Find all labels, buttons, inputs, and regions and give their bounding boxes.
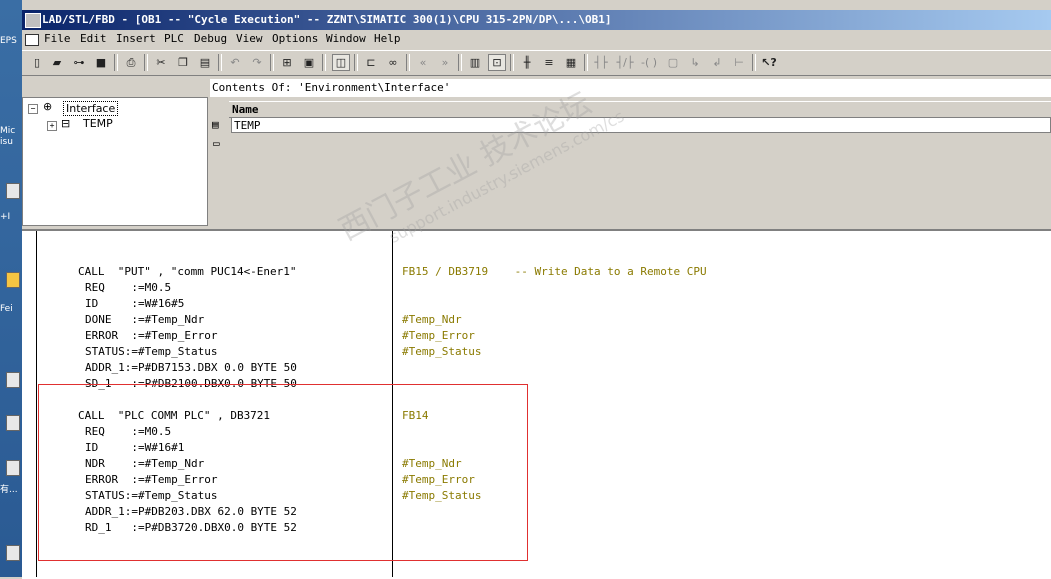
temp-row-icon: ▤ bbox=[212, 118, 219, 131]
menu-options[interactable]: Options bbox=[272, 32, 318, 45]
code-comment: FB15 / DB3719 -- Write Data to a Remote … bbox=[402, 265, 707, 278]
code-line-param[interactable]: ID :=W#16#5 bbox=[85, 297, 184, 311]
tree-item-temp[interactable]: TEMP bbox=[83, 117, 113, 130]
expand-icon[interactable]: + bbox=[47, 121, 57, 131]
jump-icon[interactable]: ⊢ bbox=[730, 54, 748, 71]
code-comment: #Temp_Error bbox=[402, 329, 475, 342]
app-icon bbox=[25, 13, 41, 28]
code-line-param[interactable]: DONE :=#Temp_Ndr bbox=[85, 313, 204, 327]
interface-folder-icon: ⊕ bbox=[43, 100, 53, 113]
ladder-icon[interactable]: ╫ bbox=[518, 54, 536, 71]
menu-help[interactable]: Help bbox=[374, 32, 401, 45]
undo-icon[interactable]: ↶ bbox=[226, 54, 244, 71]
copy-icon[interactable]: ❐ bbox=[174, 54, 192, 71]
branch-open-icon[interactable]: ↳ bbox=[686, 54, 704, 71]
download-icon[interactable]: ▣ bbox=[300, 54, 318, 71]
code-line-param[interactable]: ERROR :=#Temp_Error bbox=[85, 329, 217, 343]
contact-no-icon[interactable]: ┤├ bbox=[592, 54, 610, 71]
code-comment: #Temp_Ndr bbox=[402, 313, 462, 326]
menu-view[interactable]: View bbox=[236, 32, 263, 45]
desktop-label: EPS bbox=[0, 36, 17, 46]
fbd-icon[interactable]: ▦ bbox=[562, 54, 580, 71]
monitor-icon[interactable]: ⊞ bbox=[278, 54, 296, 71]
overview-icon[interactable]: ◫ bbox=[332, 54, 350, 71]
code-comment: #Temp_Status bbox=[402, 345, 482, 358]
menu-file[interactable]: File bbox=[44, 32, 71, 45]
code-line-param[interactable]: STATUS:=#Temp_Status bbox=[85, 345, 217, 359]
open-icon[interactable]: ▰ bbox=[48, 54, 66, 71]
menu-insert[interactable]: Insert bbox=[116, 32, 156, 45]
desktop-icon[interactable] bbox=[6, 372, 20, 388]
menu-debug[interactable]: Debug bbox=[194, 32, 227, 45]
redo-icon[interactable]: ↷ bbox=[248, 54, 266, 71]
desktop-strip: EPS Mic isu +I Fei 有... bbox=[0, 0, 22, 577]
cut-icon[interactable]: ✂ bbox=[152, 54, 170, 71]
stl-icon[interactable]: ≡ bbox=[540, 54, 558, 71]
menu-edit[interactable]: Edit bbox=[80, 32, 107, 45]
menu-window[interactable]: Window bbox=[326, 32, 366, 45]
menu-plc[interactable]: PLC bbox=[164, 32, 184, 45]
new-row-icon[interactable]: ▭ bbox=[213, 137, 220, 150]
desktop-label: 有... bbox=[0, 485, 18, 495]
glasses-icon[interactable]: ∞ bbox=[384, 54, 402, 71]
branch-close-icon[interactable]: ↲ bbox=[708, 54, 726, 71]
paste-icon[interactable]: ▤ bbox=[196, 54, 214, 71]
temp-variable-icon: ⊟ bbox=[61, 117, 71, 130]
print-icon[interactable]: ⎙ bbox=[122, 54, 140, 71]
contact-nc-icon[interactable]: ┤/├ bbox=[616, 54, 634, 71]
code-left-margin bbox=[36, 231, 37, 577]
code-line-call[interactable]: CALL "PUT" , "comm PUC14<-Ener1" bbox=[78, 265, 297, 279]
save-icon[interactable]: ■ bbox=[92, 54, 110, 71]
network-icon[interactable]: ⊶ bbox=[70, 54, 88, 71]
column-name-label: Name bbox=[232, 103, 259, 116]
title-bar[interactable]: LAD/STL/FBD - [OB1 -- "Cycle Execution" … bbox=[22, 10, 1051, 30]
desktop-label: +I bbox=[0, 212, 11, 222]
interface-tree: − ⊕ Interface + ⊟ TEMP bbox=[22, 97, 208, 226]
contents-header: Contents Of: 'Environment\Interface' bbox=[210, 79, 1051, 98]
window-title: LAD/STL/FBD - [OB1 -- "Cycle Execution" … bbox=[42, 13, 612, 26]
contents-title: Contents Of: 'Environment\Interface' bbox=[212, 81, 451, 94]
highlight-box bbox=[38, 384, 528, 561]
network-view-icon[interactable]: ⊏ bbox=[362, 54, 380, 71]
desktop-icon[interactable] bbox=[6, 460, 20, 476]
box-icon[interactable]: ▢ bbox=[664, 54, 682, 71]
collapse-icon[interactable]: − bbox=[28, 104, 38, 114]
back-icon[interactable]: « bbox=[414, 54, 432, 71]
coil-icon[interactable]: -( ) bbox=[640, 54, 658, 71]
forward-icon[interactable]: » bbox=[436, 54, 454, 71]
column-header-name[interactable]: Name bbox=[229, 101, 1051, 118]
menu-bar: File Edit Insert PLC Debug View Options … bbox=[22, 30, 1051, 49]
table-row[interactable]: TEMP bbox=[231, 117, 1051, 133]
desktop-icon[interactable] bbox=[6, 272, 20, 288]
desktop-icon[interactable] bbox=[6, 545, 20, 561]
desktop-label: Mic bbox=[0, 126, 16, 136]
row-name: TEMP bbox=[234, 119, 261, 132]
desktop-icon[interactable] bbox=[6, 415, 20, 431]
panel-icon[interactable]: ▥ bbox=[466, 54, 484, 71]
zoom-icon[interactable]: ⊡ bbox=[488, 54, 506, 71]
toolbar: ▯ ▰ ⊶ ■ ⎙ ✂ ❐ ▤ ↶ ↷ ⊞ ▣ ◫ ⊏ ∞ « » ▥ ⊡ ╫ … bbox=[22, 50, 1051, 76]
code-line-param[interactable]: REQ :=M0.5 bbox=[85, 281, 171, 295]
document-menu-icon[interactable] bbox=[25, 34, 39, 46]
tree-item-interface[interactable]: Interface bbox=[63, 101, 119, 116]
desktop-icon[interactable] bbox=[6, 183, 20, 199]
new-icon[interactable]: ▯ bbox=[28, 54, 46, 71]
desktop-label: Fei bbox=[0, 304, 13, 314]
desktop-label: isu bbox=[0, 137, 13, 147]
code-line-param[interactable]: ADDR_1:=P#DB7153.DBX 0.0 BYTE 50 bbox=[85, 361, 297, 375]
help-icon[interactable]: ↖? bbox=[760, 54, 778, 71]
